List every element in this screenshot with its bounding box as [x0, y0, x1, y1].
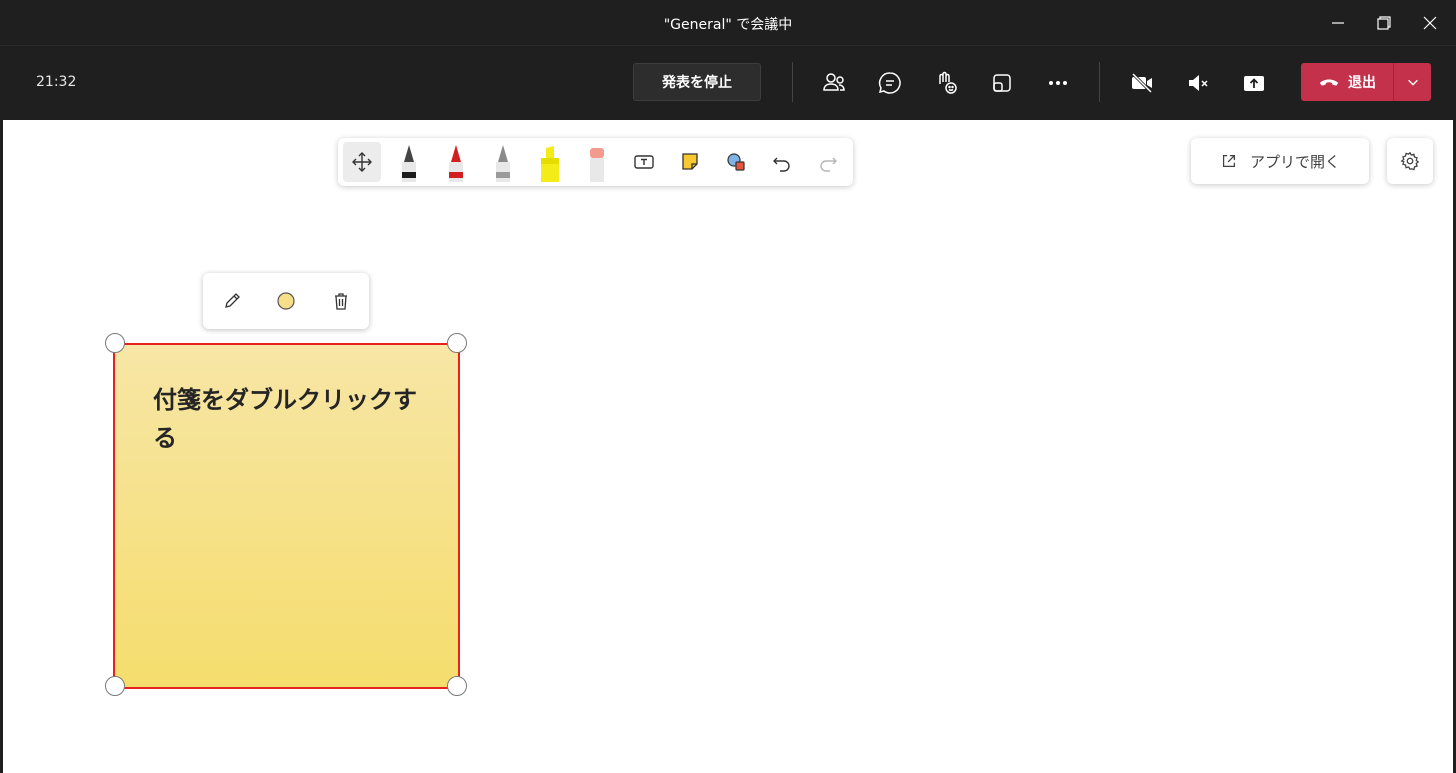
pencil-icon [225, 293, 240, 308]
rooms-icon [993, 74, 1011, 92]
toolbar-divider [792, 62, 793, 102]
meeting-timer: 21:32 [36, 74, 77, 90]
leave-options-dropdown[interactable] [1394, 75, 1431, 89]
chevron-down-icon [1407, 79, 1418, 86]
gray-pen-icon [496, 145, 510, 182]
external-link-icon [1222, 154, 1236, 168]
shape-tool[interactable] [717, 142, 755, 182]
sticky-note-tool[interactable] [671, 142, 709, 182]
delete-note-button[interactable] [327, 287, 355, 315]
text-icon [634, 155, 654, 169]
color-circle-icon [277, 292, 295, 310]
sticky-note-icon [682, 153, 698, 170]
red-pen-tool[interactable] [437, 142, 475, 182]
minimize-button[interactable] [1316, 8, 1360, 38]
camera-off-icon [1131, 72, 1153, 94]
participants-button[interactable] [817, 66, 851, 100]
more-icon [1049, 81, 1067, 85]
leave-meeting-button[interactable]: 退出 [1301, 63, 1431, 101]
people-icon [823, 73, 845, 91]
open-in-app-label: アプリで開く [1249, 152, 1340, 171]
highlighter-tool[interactable] [531, 142, 569, 182]
reactions-icon [939, 71, 957, 94]
camera-toggle-button[interactable] [1125, 66, 1159, 100]
whiteboard-canvas[interactable]: アプリで開く 付箋をダブルクリックする [3, 120, 1453, 773]
meeting-controls-bar: 21:32 発表を停止 退出 [0, 46, 1456, 120]
stop-presenting-button[interactable]: 発表を停止 [633, 63, 761, 101]
red-pen-icon [449, 145, 463, 182]
sticky-note-context-menu [203, 273, 369, 329]
redo-button[interactable] [809, 142, 847, 182]
close-window-button[interactable] [1408, 8, 1452, 38]
shape-icon [727, 153, 745, 171]
close-icon [1423, 16, 1437, 30]
redo-icon [820, 157, 837, 172]
chat-button[interactable] [873, 66, 907, 100]
resize-handle-bottom-left[interactable] [105, 676, 125, 696]
undo-button[interactable] [763, 142, 801, 182]
resize-handle-top-left[interactable] [105, 333, 125, 353]
more-actions-button[interactable] [1041, 66, 1075, 100]
gear-icon [1400, 151, 1420, 171]
gray-pen-tool[interactable] [484, 142, 522, 182]
open-in-app-button[interactable]: アプリで開く [1191, 138, 1369, 184]
edit-note-button[interactable] [218, 287, 246, 315]
whiteboard-toolbar [338, 138, 853, 186]
eraser-tool[interactable] [578, 142, 616, 182]
eraser-icon [590, 148, 604, 182]
move-tool[interactable] [343, 142, 381, 182]
note-color-button[interactable] [272, 287, 300, 315]
trash-icon [335, 293, 347, 310]
restore-button[interactable] [1362, 8, 1406, 38]
breakout-rooms-button[interactable] [985, 66, 1019, 100]
resize-handle-top-right[interactable] [447, 333, 467, 353]
share-icon [1244, 76, 1264, 91]
toolbar-divider [1099, 62, 1100, 102]
sticky-note[interactable]: 付箋をダブルクリックする [113, 343, 460, 689]
window-title: "General" で会議中 [663, 17, 793, 33]
speaker-mute-icon [1189, 75, 1208, 91]
whiteboard-settings-button[interactable] [1387, 138, 1433, 184]
black-pen-tool[interactable] [390, 142, 428, 182]
minimize-icon [1332, 22, 1344, 24]
leave-label: 退出 [1348, 75, 1376, 91]
restore-icon [1377, 16, 1391, 30]
window-title-bar: "General" で会議中 [0, 0, 1456, 46]
highlighter-icon [541, 146, 559, 182]
resize-handle-bottom-right[interactable] [447, 676, 467, 696]
leave-main-button[interactable]: 退出 [1301, 63, 1393, 101]
chat-icon [878, 72, 901, 94]
share-content-button[interactable] [1237, 66, 1271, 100]
move-icon [352, 152, 372, 172]
text-tool[interactable] [625, 142, 663, 182]
sticky-note-text[interactable]: 付箋をダブルクリックする [153, 381, 423, 458]
black-pen-icon [402, 145, 416, 182]
mic-toggle-button[interactable] [1181, 66, 1215, 100]
undo-icon [773, 157, 790, 172]
reactions-button[interactable] [929, 66, 963, 100]
hang-up-icon [1319, 79, 1339, 86]
